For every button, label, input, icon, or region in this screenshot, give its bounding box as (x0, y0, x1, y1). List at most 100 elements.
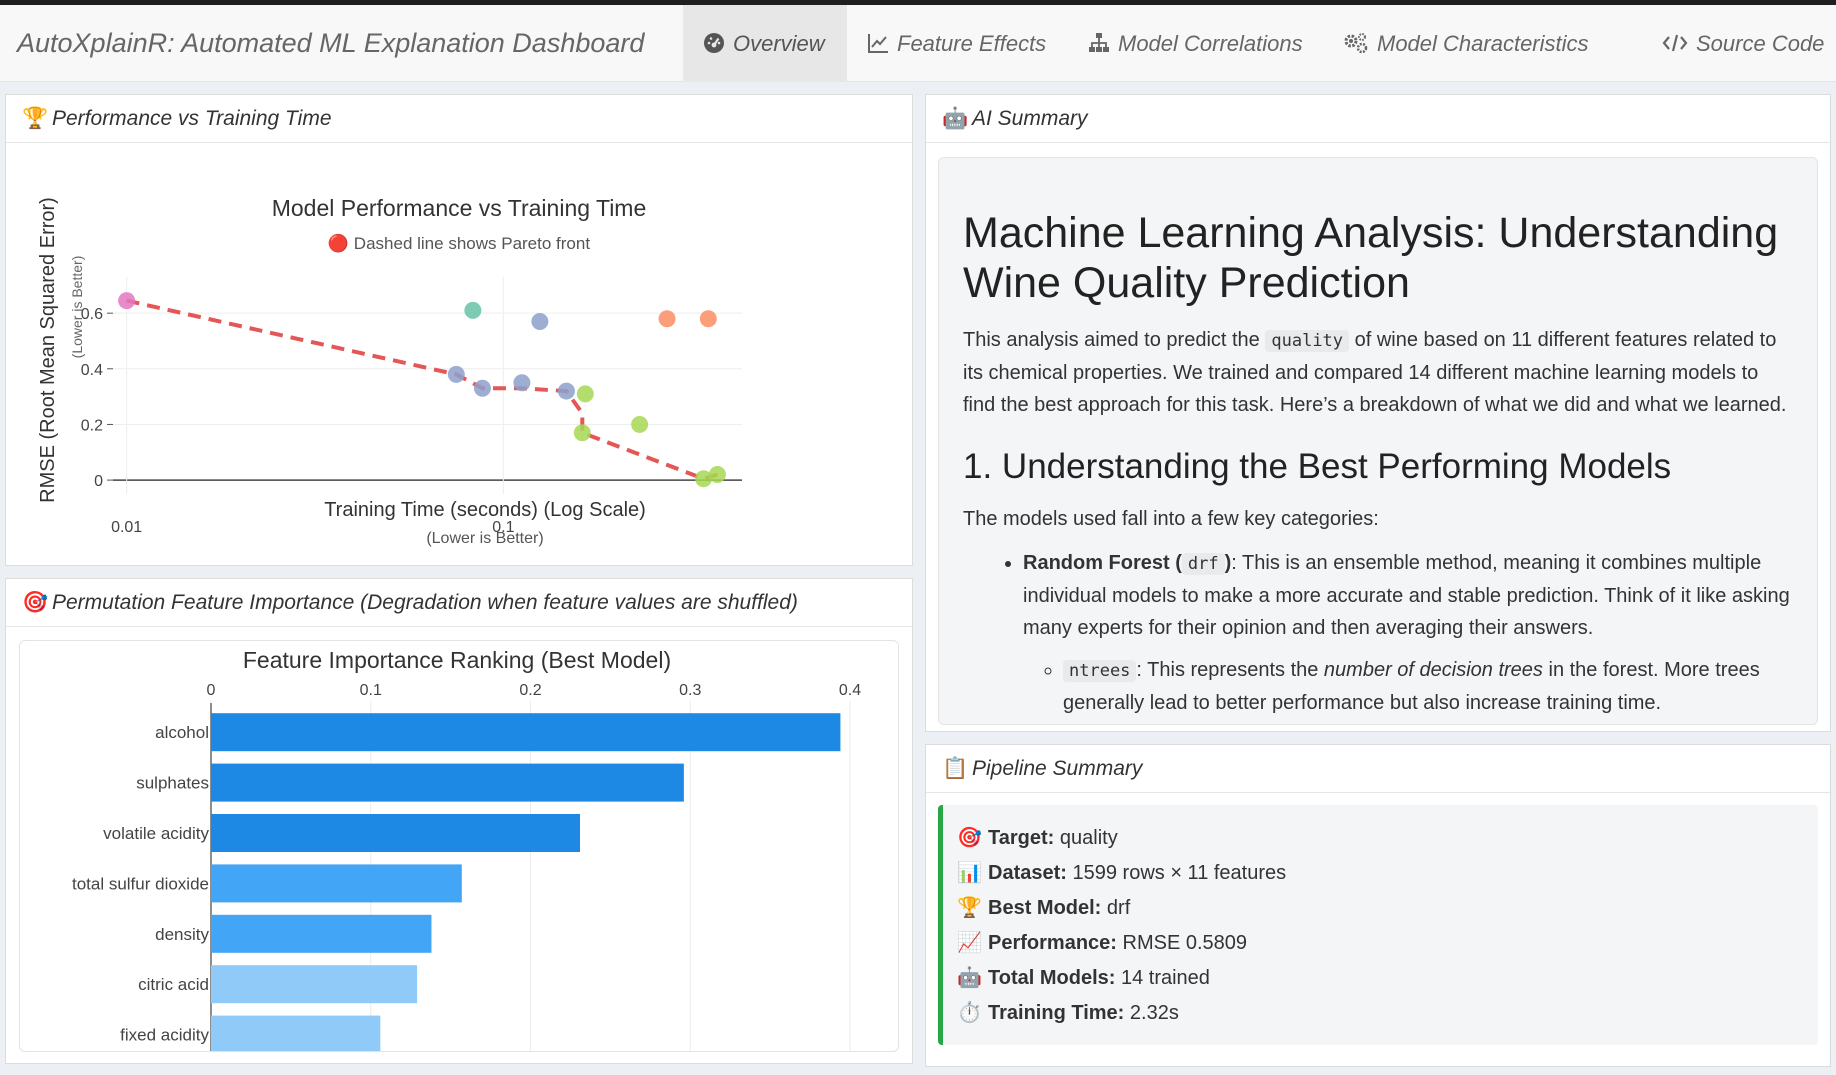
sitemap-icon (1089, 33, 1109, 52)
pipeline-label: Training Time: (988, 1002, 1125, 1024)
list-item: Random Forest (drf): This is an ensemble… (1023, 547, 1793, 719)
pipeline-value: RMSE 0.5809 (1122, 932, 1248, 954)
scatter-points (118, 292, 726, 488)
robot-icon: 🤖 (957, 967, 982, 989)
scatter-y-tick-label: 0.4 (81, 362, 103, 379)
pipeline-row-best-model: 🏆 Best Model: drf (957, 891, 1818, 926)
tab-model-characteristics-label: Model Characteristics (1377, 31, 1589, 56)
importance-bar (211, 864, 462, 903)
importance-x-tick-label: 0 (207, 682, 216, 699)
scatter-x-tick-label: 0.01 (111, 519, 142, 536)
list-item: ntrees: This represents the number of de… (1063, 654, 1793, 719)
importance-category-label: citric acid (138, 975, 209, 994)
pipeline-label: Target: (988, 827, 1055, 849)
ai-summary-panel: 🤖 AI Summary Machine Learning Analysis: U… (925, 94, 1831, 732)
trend-icon: 📈 (957, 932, 982, 954)
scatter-grid (113, 277, 742, 494)
bar-chart-icon: 📊 (957, 862, 982, 884)
tab-model-characteristics[interactable]: Model Characteristics (1343, 5, 1589, 82)
performance-panel-title: Performance vs Training Time (52, 107, 332, 130)
scatter-point (631, 415, 649, 433)
pipeline-row-total-models: 🤖 Total Models: 14 trained (957, 961, 1818, 996)
importance-category-label: alcohol (155, 723, 209, 742)
permutation-panel: 🎯 Permutation Feature Importance (Degrada… (5, 578, 913, 1064)
scatter-point (447, 365, 465, 383)
target-icon: 🎯 (957, 827, 982, 849)
importance-category-label: fixed acidity (120, 1026, 209, 1045)
tab-overview[interactable]: Overview (683, 5, 847, 82)
importance-chart-title: Feature Importance Ranking (Best Model) (243, 647, 671, 673)
permutation-panel-header: 🎯 Permutation Feature Importance (Degrada… (6, 579, 912, 627)
intro-text-1: This analysis aimed to predict the (963, 329, 1266, 351)
bullet-bold: Random Forest ( (1023, 552, 1182, 574)
scatter-point (513, 374, 531, 392)
navbar: AutoXplainR: Automated ML Explanation Da… (0, 5, 1836, 82)
pipeline-summary-card: 🎯 Target: quality 📊 Dataset: 1599 rows × 1… (938, 805, 1818, 1045)
scatter-subtitle: 🔴 Dashed line shows Pareto front (328, 233, 590, 253)
ai-summary-content[interactable]: Machine Learning Analysis: Understanding… (938, 157, 1818, 725)
scatter-point (118, 292, 136, 310)
sub-code: ntrees (1063, 660, 1137, 682)
pipeline-row-target: 🎯 Target: quality (957, 821, 1818, 856)
pipeline-value: 2.32s (1129, 1002, 1179, 1024)
robot-icon: 🤖 (942, 107, 969, 130)
importance-category-label: density (155, 925, 209, 944)
pipeline-label: Total Models: (988, 967, 1116, 989)
sub-text-1: : This represents the (1136, 659, 1324, 681)
pipeline-value: 1599 rows × 11 features (1072, 862, 1287, 884)
permutation-panel-title: Permutation Feature Importance (Degradat… (52, 591, 798, 614)
scatter-y-tick-label: 0 (94, 473, 103, 490)
ai-summary-section-text: The models used fall into a few key cate… (963, 508, 1379, 530)
pipeline-summary-header: 📋 Pipeline Summary (926, 745, 1830, 793)
performance-scatter-chart: Model Performance vs Training Time 🔴 Das… (37, 195, 742, 547)
scatter-y-tick-label: 0.2 (81, 417, 103, 434)
importance-x-tick-label: 0.2 (519, 682, 541, 699)
tab-feature-effects[interactable]: Feature Effects (867, 5, 1046, 82)
scatter-x-axis-sublabel: (Lower is Better) (426, 530, 543, 547)
ai-summary-section-heading: 1. Understanding the Best Performing Mod… (963, 447, 1672, 486)
scatter-point (573, 424, 591, 442)
performance-panel-header: 🏆 Performance vs Training Time (6, 95, 912, 143)
importance-bar (211, 965, 418, 1004)
tab-overview-label: Overview (733, 31, 825, 56)
tab-model-correlations[interactable]: Model Correlations (1088, 5, 1303, 82)
importance-chart-card: Feature Importance Ranking (Best Model) … (19, 640, 899, 1052)
importance-category-label: total sulfur dioxide (72, 874, 209, 893)
ai-summary-header: 🤖 AI Summary (926, 95, 1830, 143)
trophy-icon: 🏆 (957, 897, 982, 919)
scatter-x-tick-label: 0.1 (492, 519, 514, 536)
importance-bar-chart: Feature Importance Ranking (Best Model) … (72, 647, 861, 1051)
importance-bar (211, 914, 432, 953)
scatter-title: Model Performance vs Training Time (272, 195, 647, 221)
importance-bars (211, 713, 841, 1051)
scatter-point (708, 466, 726, 484)
importance-x-tick-label: 0.4 (839, 682, 861, 699)
scatter-point (699, 310, 717, 328)
scatter-point (658, 310, 676, 328)
importance-category-label: volatile acidity (103, 824, 209, 843)
ai-summary-title: AI Summary (972, 107, 1088, 130)
ai-summary-intro: This analysis aimed to predict the quali… (963, 324, 1793, 421)
importance-bar (211, 814, 581, 852)
tab-source-code-label: Source Code (1696, 31, 1825, 56)
app-title: AutoXplainR: Automated ML Explanation Da… (17, 28, 645, 58)
pipeline-value: drf (1106, 897, 1131, 919)
model-param-list: ntrees: This represents the number of de… (1063, 654, 1793, 719)
pipeline-row-training-time: ⏱️ Training Time: 2.32s (957, 996, 1818, 1031)
clipboard-icon: 📋 (942, 757, 969, 780)
importance-bar (211, 763, 684, 802)
pipeline-summary-panel: 📋 Pipeline Summary 🎯 Target: quality 📊 Data… (925, 744, 1831, 1067)
trophy-icon: 🏆 (22, 107, 49, 130)
importance-bar (211, 713, 841, 752)
importance-x-tick-label: 0.3 (679, 682, 701, 699)
scatter-x-axis-label: Training Time (seconds) (Log Scale) (324, 499, 646, 521)
line-chart-icon (868, 34, 888, 53)
tab-source-code[interactable]: Source Code (1662, 5, 1824, 82)
scatter-y-axis-label: RMSE (Root Mean Squared Error) (37, 197, 59, 503)
sub-italic: number of decision trees (1323, 659, 1543, 681)
pipeline-label: Performance: (988, 932, 1117, 954)
model-category-list: Random Forest (drf): This is an ensemble… (1023, 547, 1793, 719)
scatter-point (531, 313, 549, 331)
tab-feature-effects-label: Feature Effects (897, 31, 1047, 56)
pipeline-row-dataset: 📊 Dataset: 1599 rows × 11 features (957, 856, 1818, 891)
